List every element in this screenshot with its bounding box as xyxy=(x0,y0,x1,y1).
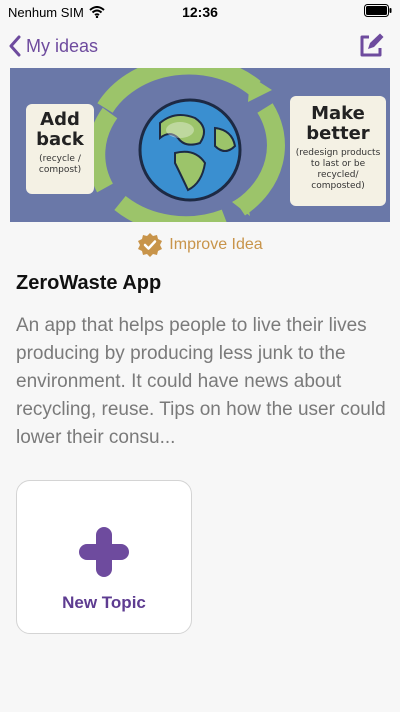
hero-right-title-1: Make xyxy=(311,103,365,124)
hero-right-title-2: better xyxy=(306,123,370,144)
hero-left-title-1: Add xyxy=(40,109,80,130)
edit-icon xyxy=(360,33,384,57)
improve-idea-button[interactable]: Improve Idea xyxy=(0,232,400,258)
new-topic-button[interactable]: New Topic xyxy=(16,480,192,634)
hero-left-note: (recycle / compost) xyxy=(38,154,82,175)
back-button[interactable]: My ideas xyxy=(0,24,98,68)
hero-right-note: (redesign products to last or be recycle… xyxy=(295,148,381,191)
new-topic-label: New Topic xyxy=(62,593,146,612)
hero-card-add-back: Add back (recycle / compost) xyxy=(26,104,94,194)
carrier-label: Nenhum SIM xyxy=(8,4,84,20)
verified-badge-icon xyxy=(138,233,163,257)
chevron-left-icon xyxy=(9,35,21,57)
back-label: My ideas xyxy=(26,35,99,56)
status-left: Nenhum SIM xyxy=(8,5,105,20)
nav-bar: My ideas xyxy=(0,24,400,68)
improve-idea-label: Improve Idea xyxy=(169,236,263,253)
plus-icon xyxy=(79,527,129,577)
wifi-icon xyxy=(89,6,105,18)
idea-title: ZeroWaste App xyxy=(16,272,162,294)
battery-icon xyxy=(364,4,392,17)
status-bar: Nenhum SIM 12:36 xyxy=(0,0,400,24)
hero-left-title-2: back xyxy=(36,129,84,150)
status-right xyxy=(364,4,392,20)
edit-button[interactable] xyxy=(356,31,386,61)
idea-hero-image: Add back (recycle / compost) Make better… xyxy=(10,68,390,222)
hero-card-make-better: Make better (redesign products to last o… xyxy=(290,96,386,206)
idea-description: An app that helps people to live their l… xyxy=(16,315,386,448)
